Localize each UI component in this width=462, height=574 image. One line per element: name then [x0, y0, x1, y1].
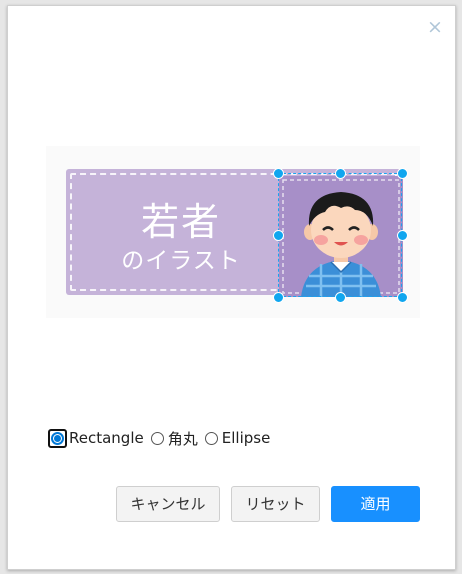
banner-title: 若者	[140, 200, 221, 244]
reset-button[interactable]: リセット	[231, 486, 320, 522]
crop-selection-box[interactable]	[278, 173, 402, 297]
radio-rounded[interactable]	[150, 431, 164, 445]
crop-preview-area[interactable]: 若者 のイラスト	[46, 146, 420, 318]
resize-handle-top-right[interactable]	[397, 168, 408, 179]
apply-button[interactable]: 適用	[331, 486, 420, 522]
radio-ellipse[interactable]	[204, 431, 218, 445]
resize-handle-bottom-left[interactable]	[273, 292, 284, 303]
radio-focus-ring	[48, 428, 67, 448]
resize-handle-bottom[interactable]	[335, 292, 346, 303]
image-crop-dialog: × 若者 のイラスト Rectangle 角丸 Ellipse キャンセル リセ…	[7, 5, 456, 570]
resize-handle-bottom-right[interactable]	[397, 292, 408, 303]
crop-shape-selector: Rectangle 角丸 Ellipse	[48, 427, 274, 449]
banner-subtitle: のイラスト	[121, 248, 241, 274]
cancel-button[interactable]: キャンセル	[116, 486, 220, 522]
close-icon[interactable]: ×	[426, 18, 444, 37]
resize-handle-top-left[interactable]	[273, 168, 284, 179]
resize-handle-left[interactable]	[273, 230, 284, 241]
resize-handle-right[interactable]	[397, 230, 408, 241]
radio-label-ellipse[interactable]: Ellipse	[222, 429, 271, 447]
radio-label-rectangle[interactable]: Rectangle	[69, 429, 144, 447]
radio-label-rounded[interactable]: 角丸	[168, 428, 198, 449]
resize-handle-top[interactable]	[335, 168, 346, 179]
radio-rectangle[interactable]	[51, 431, 64, 445]
